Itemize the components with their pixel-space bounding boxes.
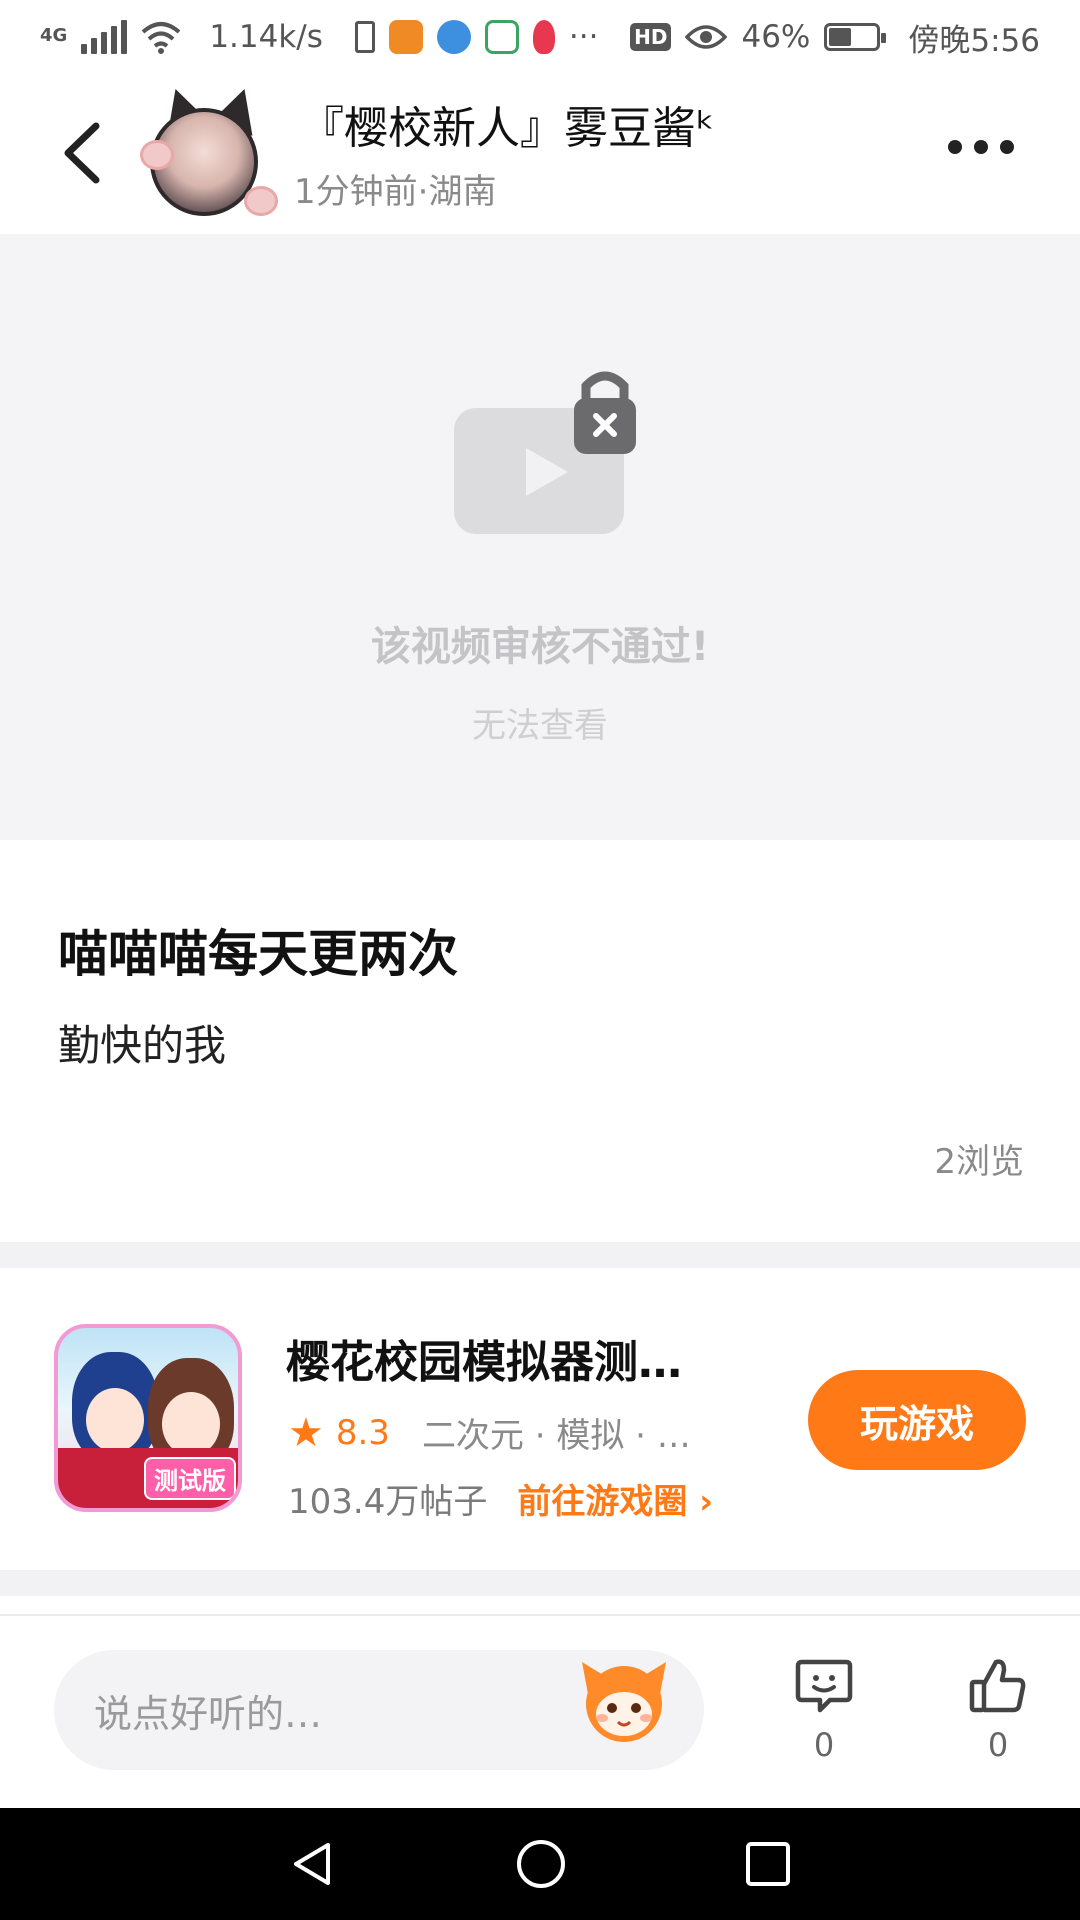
hd-icon: HD [630, 23, 672, 51]
play-game-button[interactable]: 玩游戏 [808, 1370, 1026, 1470]
network-speed: 1.14k/s [209, 19, 323, 55]
section-divider [0, 1570, 1080, 1596]
video-status-subtitle: 无法查看 [472, 706, 608, 746]
more-options-icon[interactable] [948, 140, 1014, 154]
paw-icon [140, 140, 174, 170]
system-nav-bar [0, 1808, 1080, 1920]
view-count: 2浏览 [934, 1142, 1024, 1182]
game-card[interactable]: 测试版 樱花校园模拟器测… ★ 8.3 二次元 · 模拟 · … 103.4万帖… [0, 1268, 1080, 1570]
test-version-badge: 测试版 [144, 1457, 236, 1500]
comment-count: 0 [813, 1726, 835, 1764]
game-tags: 二次元 · 模拟 · … [421, 1416, 691, 1456]
status-bar-right: HD 46% 傍晚5:56 [630, 15, 1040, 60]
sim-alert-icon [354, 21, 375, 53]
game-circle-link[interactable]: 前往游戏圈 › [517, 1474, 713, 1523]
browser-notification-icon [436, 20, 471, 54]
game-character-face [162, 1392, 220, 1456]
nav-recents-icon[interactable] [744, 1840, 792, 1888]
post-content: 喵喵喵每天更两次 勤快的我 2浏览 [0, 840, 1080, 1242]
game-post-count: 103.4万帖子 [288, 1482, 488, 1522]
home-notification-icon [484, 20, 519, 54]
battery-percent: 46% [741, 19, 811, 55]
battery-icon [824, 23, 887, 51]
locked-video-icon [454, 371, 636, 534]
paw-icon [244, 186, 278, 216]
mascot-emoji-icon[interactable] [578, 1654, 670, 1746]
comment-bar: 说点好听的… 0 0 [0, 1614, 1080, 1808]
video-unavailable-panel: 该视频审核不通过! 无法查看 [0, 234, 1080, 840]
post-body: 勤快的我 [58, 1021, 227, 1070]
eye-icon [685, 25, 728, 49]
post-title: 喵喵喵每天更两次 [58, 925, 458, 983]
app-notification-icon [388, 20, 423, 54]
thumbs-up-icon [969, 1659, 1026, 1713]
signal-icon [81, 20, 128, 54]
like-action[interactable]: 0 [958, 1656, 1038, 1764]
network-type: 4G [40, 25, 68, 46]
nav-home-icon[interactable] [515, 1838, 567, 1890]
star-icon: ★ [288, 1409, 324, 1456]
nav-back-icon[interactable] [288, 1839, 338, 1889]
post-header: 『樱校新人』雾豆酱ᵏ 1分钟前·湖南 [0, 74, 1080, 234]
game-rating-row: ★ 8.3 二次元 · 模拟 · … [288, 1408, 691, 1457]
post-meta: 1分钟前·湖南 [294, 172, 497, 212]
section-divider [0, 1242, 1080, 1268]
like-count: 0 [987, 1726, 1009, 1764]
game-name[interactable]: 樱花校园模拟器测… [286, 1326, 682, 1390]
status-bar: 4G 1.14k/s ··· HD 46% 傍晚5:56 [0, 0, 1080, 74]
wifi-icon [141, 22, 181, 54]
game-icon[interactable]: 测试版 [54, 1324, 242, 1512]
comment-icon [795, 1659, 853, 1713]
game-posts-row: 103.4万帖子 前往游戏圈 › [288, 1474, 713, 1523]
comment-action[interactable]: 0 [784, 1656, 864, 1764]
video-status-title: 该视频审核不通过! [370, 624, 710, 670]
author-name[interactable]: 『樱校新人』雾豆酱ᵏ [300, 92, 715, 156]
game-score: 8.3 [335, 1412, 390, 1453]
author-avatar[interactable] [140, 82, 278, 222]
status-bar-left: 4G 1.14k/s ··· [40, 19, 598, 55]
red-app-notification-icon [532, 20, 555, 54]
game-character-face [86, 1388, 144, 1452]
clock: 傍晚5:56 [908, 22, 1040, 59]
more-notifications-icon: ··· [568, 19, 599, 55]
back-arrow-icon[interactable] [56, 118, 106, 188]
page: 4G 1.14k/s ··· HD 46% 傍晚5:56 『樱校新人』雾豆酱ᵏ … [0, 0, 1080, 1920]
